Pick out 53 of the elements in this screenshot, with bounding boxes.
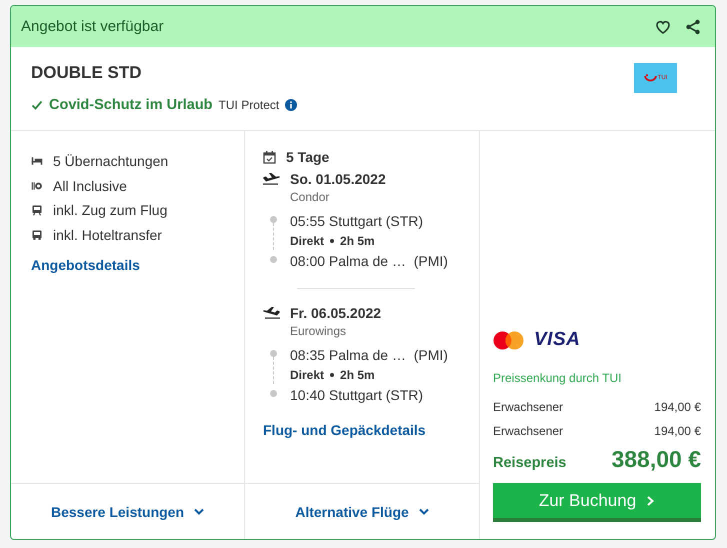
info-icon[interactable] bbox=[285, 99, 298, 111]
status-text: Angebot ist verfügbar bbox=[21, 18, 165, 35]
mastercard-logo bbox=[493, 330, 524, 350]
total-label: Reisepreis bbox=[493, 455, 566, 471]
visa-logo: VISA bbox=[534, 329, 580, 351]
airplane-icon bbox=[263, 173, 280, 185]
chevron-icon bbox=[418, 508, 429, 515]
flight-date: Fr. 06.05.2022 bbox=[290, 305, 382, 321]
departure-text: 08:35 Palma de … (PMI) bbox=[290, 346, 449, 365]
check-icon bbox=[31, 99, 43, 111]
airplane-icon bbox=[263, 307, 280, 319]
offer-details-link[interactable]: Angebotsdetails bbox=[31, 257, 140, 273]
protection-title: Covid-Schutz im Urlaub bbox=[49, 97, 213, 113]
departure-text: 05:55 Stuttgart (STR) bbox=[290, 212, 424, 231]
arrival-text: 08:00 Palma de … (PMI) bbox=[290, 252, 449, 271]
amenity-text: 5 Übernachtungen bbox=[53, 153, 168, 170]
amenity-text: All Inclusive bbox=[53, 178, 127, 194]
traveler-price: 194,00 € bbox=[654, 400, 701, 416]
calendar-icon bbox=[263, 150, 276, 164]
timeline-dot bbox=[270, 256, 276, 263]
bullet-icon bbox=[330, 239, 334, 243]
arrival-text: 10:40 Stuttgart (STR) bbox=[290, 386, 424, 405]
trip-duration: 5 Tage bbox=[286, 149, 330, 165]
share-icon[interactable] bbox=[685, 18, 701, 34]
flight-duration: 2h 5m bbox=[340, 367, 375, 384]
total-price: 388,00 € bbox=[611, 446, 701, 473]
protection-brand: TUI Protect bbox=[218, 98, 280, 112]
traveler-price: 194,00 € bbox=[654, 424, 701, 440]
expand-button[interactable]: Bessere Leistungen bbox=[50, 500, 204, 524]
traveler-label: Erwachsener bbox=[493, 400, 564, 416]
bullet-icon bbox=[330, 373, 334, 377]
bus-icon bbox=[31, 228, 43, 241]
bed-icon bbox=[31, 155, 43, 168]
heart-icon[interactable] bbox=[655, 18, 671, 34]
amenity-text: inkl. Hoteltransfer bbox=[53, 226, 162, 243]
chevron-icon bbox=[646, 496, 656, 506]
smile-icon bbox=[644, 74, 657, 82]
meal-icon bbox=[31, 180, 43, 192]
flight-date: So. 01.05.2022 bbox=[290, 171, 386, 187]
stops-text: Direkt bbox=[290, 367, 324, 384]
price-note: Preissenkung durch TUI bbox=[493, 371, 623, 385]
amenity-text: inkl. Zug zum Flug bbox=[53, 202, 168, 218]
chevron-icon bbox=[194, 508, 204, 515]
timeline-dot bbox=[270, 390, 276, 397]
stops-text: Direkt bbox=[290, 233, 324, 250]
flight-duration: 2h 5m bbox=[340, 233, 375, 250]
flight-details-link[interactable]: Flug- und Gepäckdetails bbox=[263, 422, 426, 438]
traveler-label: Erwachsener bbox=[493, 424, 564, 440]
room-title: DOUBLE STD bbox=[31, 63, 142, 83]
train-icon bbox=[31, 204, 43, 216]
airline-name: Condor bbox=[290, 190, 330, 204]
airline-name: Eurowings bbox=[290, 324, 348, 338]
expand-button[interactable]: Alternative Flüge bbox=[295, 500, 429, 524]
